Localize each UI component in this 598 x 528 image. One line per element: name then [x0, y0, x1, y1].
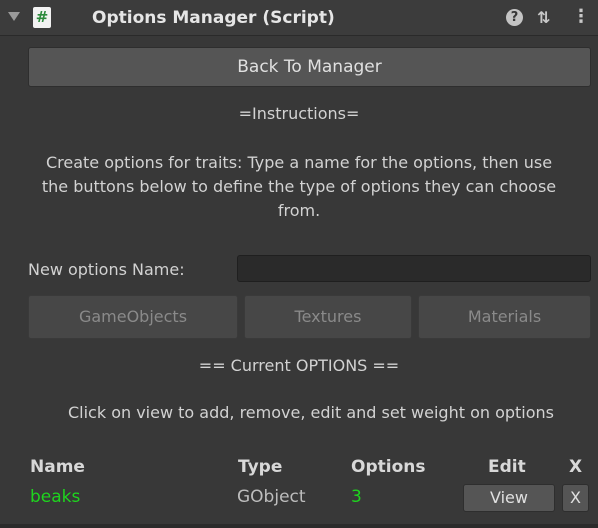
row-name: beaks: [30, 487, 81, 507]
presets-icon[interactable]: ⇅: [537, 8, 550, 27]
foldout-arrow-icon[interactable]: [8, 12, 20, 21]
context-menu-icon[interactable]: ⋮: [572, 6, 590, 27]
back-to-manager-button[interactable]: Back To Manager: [28, 47, 591, 87]
row-options-count: 3: [351, 487, 362, 507]
panel-bottom-border: [0, 524, 598, 528]
column-header-options: Options: [351, 457, 426, 477]
materials-button[interactable]: Materials: [418, 295, 591, 339]
column-header-edit: Edit: [488, 457, 526, 477]
column-header-type: Type: [238, 457, 283, 477]
current-options-hint: Click on view to add, remove, edit and s…: [67, 403, 555, 422]
column-header-delete: X: [569, 457, 583, 477]
inspector-header: # Options Manager (Script) ? ⇅ ⋮: [0, 0, 598, 36]
component-title: Options Manager (Script): [92, 8, 335, 28]
instructions-line: the buttons below to define the type of …: [41, 177, 557, 196]
help-icon[interactable]: ?: [506, 9, 523, 26]
view-button[interactable]: View: [463, 484, 555, 512]
instructions-line: Create options for traits: Type a name f…: [45, 153, 553, 172]
instructions-line: from.: [277, 201, 321, 220]
instructions-text: Create options for traits: Type a name f…: [0, 151, 598, 223]
instructions-heading: =Instructions=: [238, 104, 360, 123]
current-options-heading: == Current OPTIONS ==: [198, 356, 400, 375]
new-options-name-label: New options Name:: [28, 260, 185, 279]
delete-row-button[interactable]: X: [562, 484, 589, 512]
row-type: GObject: [237, 487, 306, 507]
script-icon: #: [33, 7, 51, 28]
column-header-name: Name: [30, 457, 85, 477]
new-options-name-field[interactable]: [237, 255, 591, 282]
textures-button[interactable]: Textures: [244, 295, 412, 339]
gameobjects-button[interactable]: GameObjects: [28, 295, 238, 339]
